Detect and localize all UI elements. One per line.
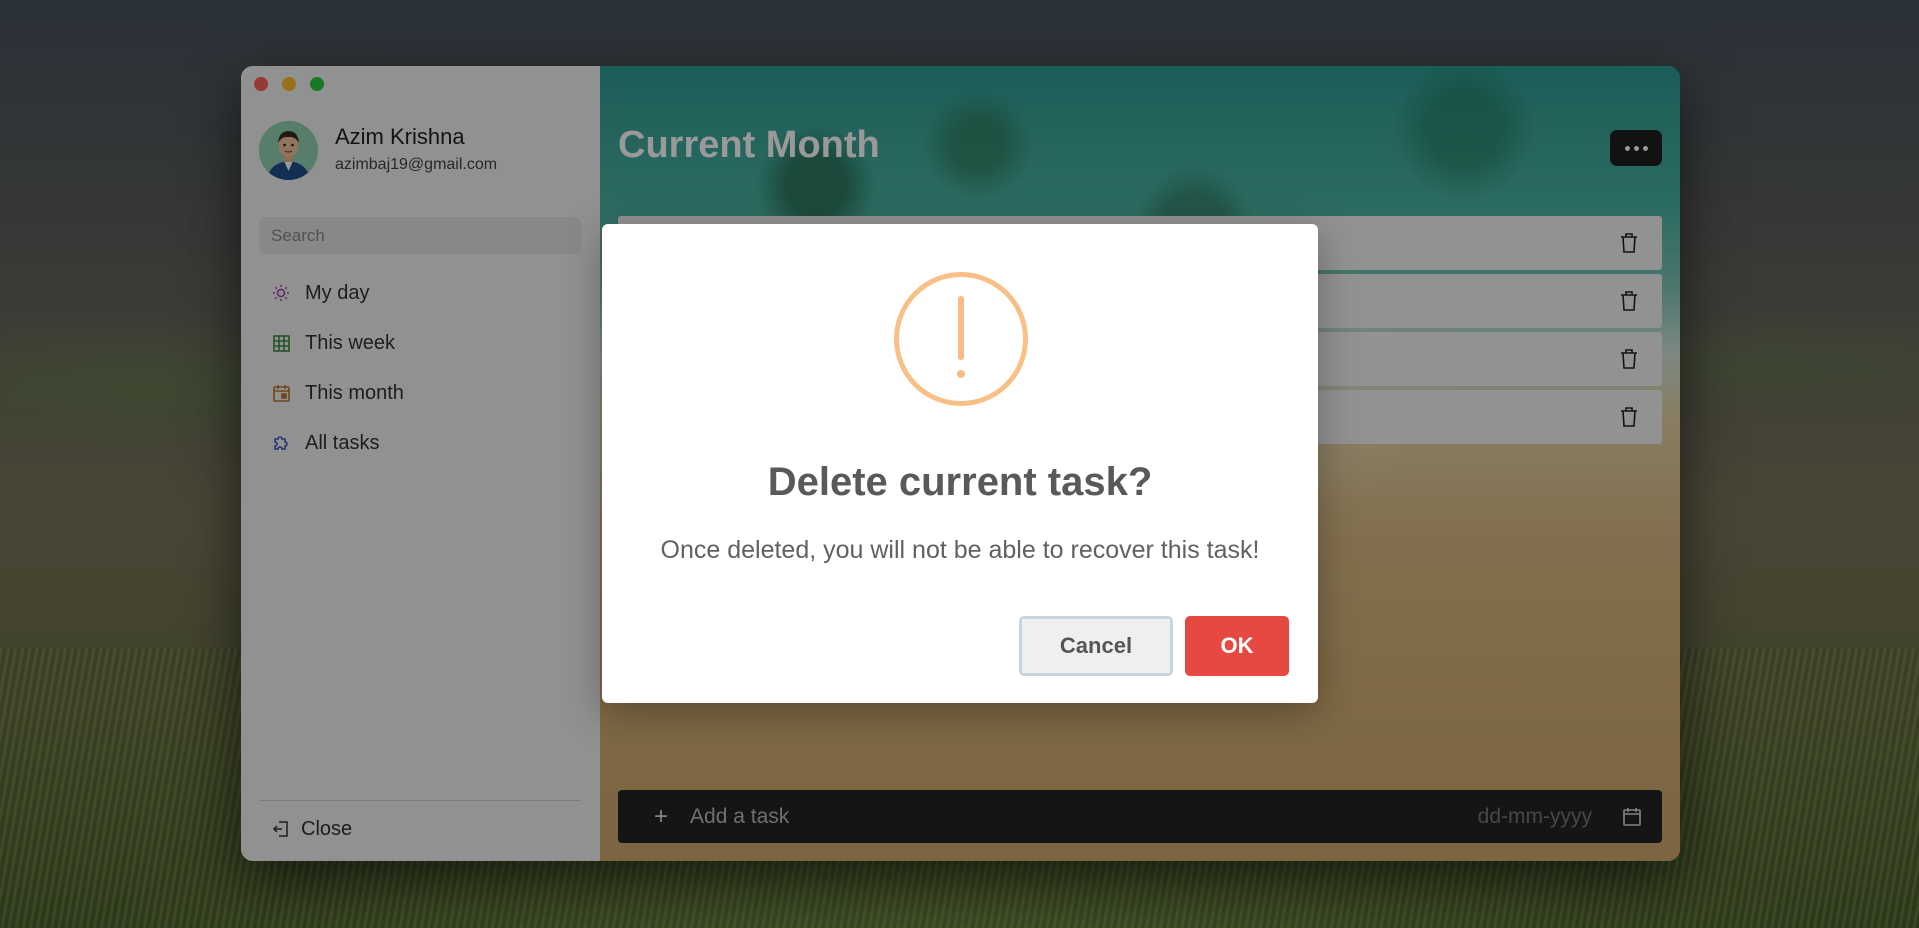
confirm-delete-dialog: Delete current task? Once deleted, you w… — [602, 224, 1318, 703]
warning-icon-dot — [957, 370, 965, 378]
dialog-text: Once deleted, you will not be able to re… — [660, 536, 1260, 564]
ok-button[interactable]: OK — [1185, 616, 1289, 676]
cancel-button[interactable]: Cancel — [1019, 616, 1173, 676]
dialog-title: Delete current task? — [767, 460, 1153, 504]
warning-icon-bar — [958, 296, 964, 360]
warning-icon — [894, 272, 1028, 406]
